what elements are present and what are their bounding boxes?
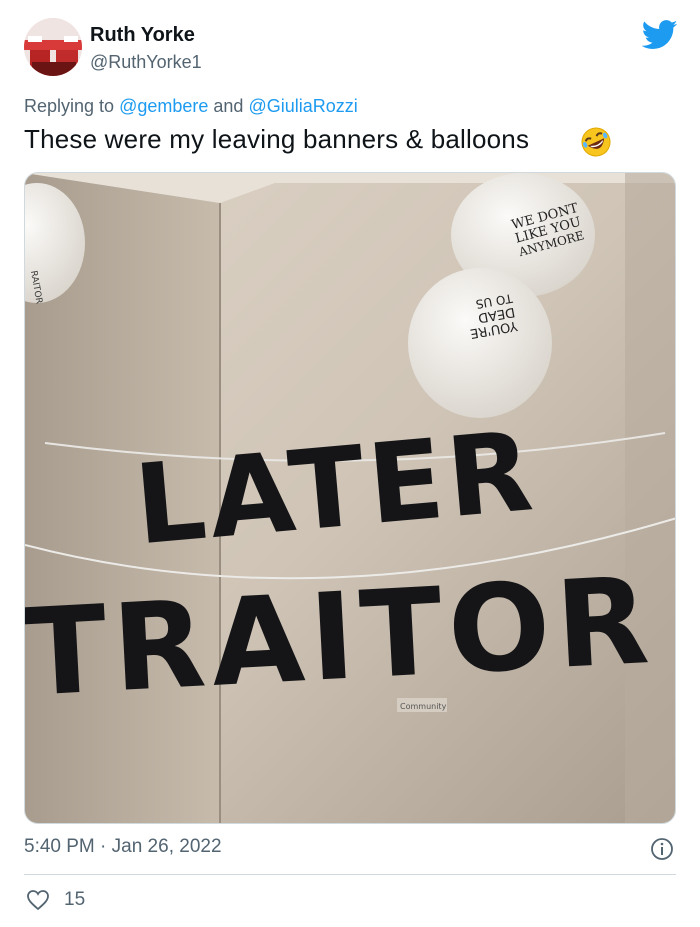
twitter-bird-icon[interactable] <box>642 20 678 50</box>
avatar[interactable] <box>24 18 82 76</box>
reply-context: Replying to @gembere and @GiuliaRozzi <box>24 96 358 117</box>
like-count: 15 <box>64 889 86 910</box>
tweet-timestamp[interactable]: 5:40 PM · Jan 26, 2022 <box>24 836 222 858</box>
tweet-photo[interactable]: RAITOR WE DONT LIKE YOU ANYMORE YOU'RE D… <box>24 172 676 824</box>
mention-link[interactable]: @gembere <box>119 96 208 116</box>
tweet-text: These were my leaving banners & balloons <box>24 124 530 154</box>
author-name[interactable]: Ruth Yorke <box>90 24 195 47</box>
info-icon[interactable] <box>650 837 674 861</box>
heart-icon[interactable] <box>26 889 50 911</box>
reply-prefix: Replying to <box>24 96 120 116</box>
reply-connector: and <box>208 96 249 116</box>
rolling-on-floor-laughing-emoji-icon <box>581 127 611 157</box>
mention-link[interactable]: @GiuliaRozzi <box>248 96 357 116</box>
tweet-card: Ruth Yorke @RuthYorke1 Replying to @gemb… <box>0 0 700 927</box>
community-sticker-text: Community <box>400 702 447 711</box>
divider <box>24 874 676 875</box>
author-handle[interactable]: @RuthYorke1 <box>90 52 202 73</box>
